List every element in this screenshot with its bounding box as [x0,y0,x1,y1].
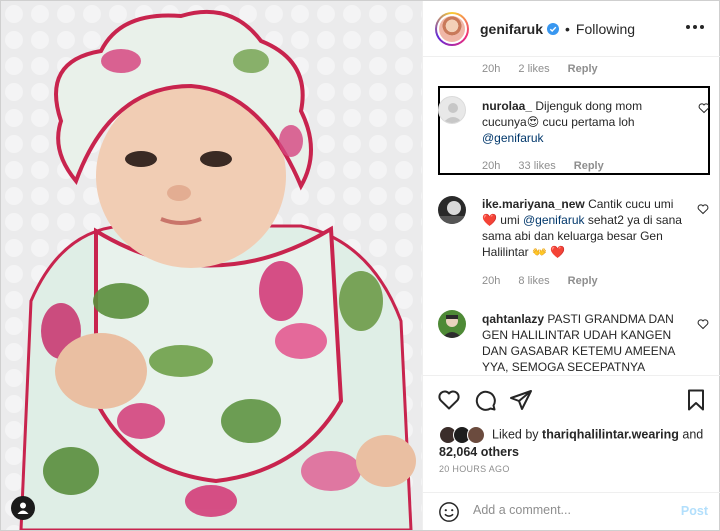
comment-likes[interactable]: 8 likes [518,275,549,287]
commenter-avatar[interactable] [438,310,466,338]
user-tag-icon[interactable] [11,496,35,520]
reply-button[interactable]: Reply [574,160,604,172]
comment-text: qahtanlazy PASTI GRANDMA DAN GEN HALILIN… [482,311,688,374]
post-header: genifaruk • Following [423,1,720,57]
commenter-username[interactable]: qahtanlazy [482,312,544,326]
liked-by-prefix: Liked by [492,427,539,442]
header-separator: • [565,20,570,37]
heart-icon[interactable] [697,203,709,215]
share-icon[interactable] [509,388,533,412]
heart-icon[interactable] [437,388,461,412]
comment-time: 20h [482,275,501,287]
comment-text: ike.mariyana_new Cantik cucu umi ❤️ umi … [482,196,688,260]
comment-meta: 20h 2 likes Reply [482,63,613,75]
comment-mention[interactable]: @genifaruk [523,213,585,227]
post-comment-button[interactable]: Post [681,504,708,518]
heart-icon[interactable] [698,102,710,114]
baby-photo-illustration [1,1,422,530]
post-timestamp[interactable]: 20 HOURS AGO [439,464,510,474]
comment-icon[interactable] [473,388,497,412]
post-photo[interactable] [1,1,422,530]
post-actions: Liked by thariqhalilintar.wearing and 82… [423,375,720,530]
comments-list: 20h 2 likes Reply nurolaa_ Dijenguk dong… [423,58,720,374]
comment-mention[interactable]: @genifaruk [482,131,544,145]
add-comment-bar: Post [423,492,720,531]
likes-count[interactable]: 82,064 others [439,445,519,459]
commenter-username[interactable]: ike.mariyana_new [482,197,585,211]
liked-by-user[interactable]: thariqhalilintar.wearing [542,427,679,441]
comment-meta: 20h 8 likes Reply [482,275,613,287]
bookmark-icon[interactable] [684,388,708,412]
liked-by-avatars[interactable] [439,426,487,444]
author-avatar[interactable] [435,11,469,46]
commenter-avatar[interactable] [438,196,466,224]
commenter-avatar[interactable] [438,96,466,124]
post-details-panel: genifaruk • Following 20h 2 likes Reply … [422,1,720,530]
comment-time: 20h [482,63,501,75]
heart-icon[interactable] [697,318,709,330]
verified-icon [547,22,560,35]
commenter-username[interactable]: nurolaa_ [482,99,532,113]
comment-text: nurolaa_ Dijenguk dong mom cucunya😍 cucu… [482,98,688,146]
comment-likes[interactable]: 2 likes [518,63,549,75]
emoji-icon[interactable] [438,501,460,523]
more-icon[interactable] [686,25,704,29]
comment-meta: 20h 33 likes Reply [482,160,619,172]
comment-time: 20h [482,160,501,172]
add-comment-input[interactable] [473,503,663,517]
reply-button[interactable]: Reply [568,275,598,287]
reply-button[interactable]: Reply [568,63,598,75]
comment-likes[interactable]: 33 likes [518,160,555,172]
author-username[interactable]: genifaruk [480,21,543,37]
follow-button[interactable]: Following [576,21,635,37]
liked-by-text: Liked by thariqhalilintar.wearing and 82… [439,426,709,461]
liked-by-and: and [682,427,704,442]
